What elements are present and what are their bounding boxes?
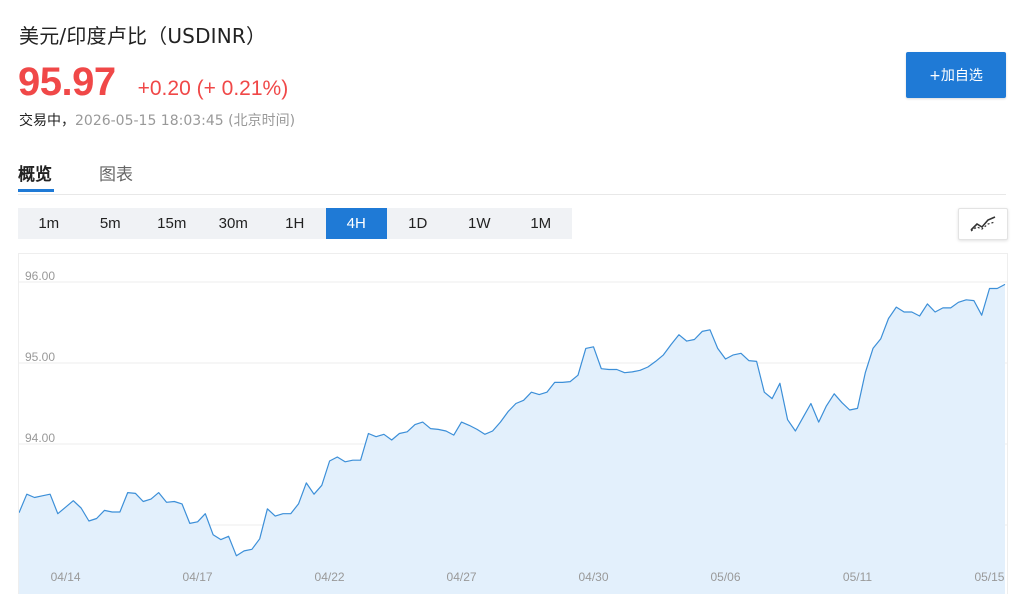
tab-chart[interactable]: 图表 [99,160,133,185]
x-tick-label: 04/30 [579,570,609,584]
line-chart-icon [970,216,996,232]
y-tick-label: 94.00 [25,431,55,445]
quote-row: 95.97 +0.20 (+ 0.21%) [18,60,288,105]
interval-1mo[interactable]: 1M [510,208,572,239]
interval-1w[interactable]: 1W [449,208,511,239]
add-watchlist-button[interactable]: +加自选 [906,52,1006,98]
interval-selector: 1m 5m 15m 30m 1H 4H 1D 1W 1M [18,208,572,239]
trading-status-row: 交易中，2026-05-15 18:03:45 (北京时间) [19,110,295,130]
chart-type-button[interactable] [958,208,1008,240]
interval-1h[interactable]: 1H [264,208,326,239]
x-tick-label: 05/15 [974,570,1004,584]
trading-status: 交易中， [19,113,75,129]
active-tab-indicator [18,189,54,192]
tab-overview[interactable]: 概览 [18,160,52,185]
price-change: +0.20 (+ 0.21%) [137,77,289,100]
x-tick-label: 04/17 [183,570,213,584]
x-tick-label: 05/11 [843,570,872,584]
x-tick-label: 05/06 [710,570,740,584]
price-area-fill [19,284,1005,594]
y-tick-label: 95.00 [25,350,55,364]
page-title: 美元/印度卢比（USDINR） [19,24,267,48]
interval-1m[interactable]: 1m [18,208,80,239]
x-tick-label: 04/27 [447,570,477,584]
price-chart-area: 93.0094.0095.0096.0004/1404/1704/2204/27… [18,253,1008,594]
x-tick-label: 04/22 [315,570,345,584]
interval-4h[interactable]: 4H [325,208,387,239]
current-price: 95.97 [18,60,116,104]
interval-15m[interactable]: 15m [141,208,203,239]
interval-5m[interactable]: 5m [80,208,142,239]
interval-30m[interactable]: 30m [203,208,265,239]
x-tick-label: 04/14 [51,570,81,584]
timestamp: 2026-05-15 18:03:45 (北京时间) [75,113,296,129]
y-tick-label: 96.00 [25,269,55,283]
tab-bar: 概览 图表 [18,158,1006,195]
price-chart[interactable]: 93.0094.0095.0096.0004/1404/1704/2204/27… [19,254,1007,594]
interval-1d[interactable]: 1D [387,208,449,239]
